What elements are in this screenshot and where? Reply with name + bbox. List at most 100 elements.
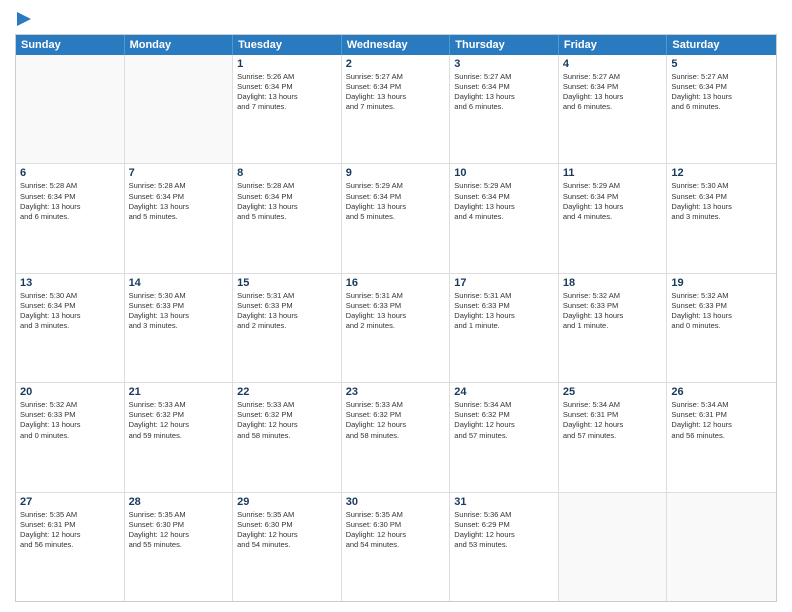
day-info: Sunrise: 5:33 AM Sunset: 6:32 PM Dayligh… [129, 400, 229, 441]
calendar-day-16: 16Sunrise: 5:31 AM Sunset: 6:33 PM Dayli… [342, 274, 451, 382]
weekday-header-tuesday: Tuesday [233, 35, 342, 55]
weekday-header-thursday: Thursday [450, 35, 559, 55]
calendar-header: SundayMondayTuesdayWednesdayThursdayFrid… [16, 35, 776, 55]
calendar-day-empty [125, 55, 234, 163]
day-info: Sunrise: 5:30 AM Sunset: 6:34 PM Dayligh… [20, 291, 120, 332]
calendar-day-18: 18 Sunrise: 5:32 AM Sunset: 6:33 PM Dayli… [559, 274, 668, 382]
day-info: Sunrise: 5:35 AM Sunset: 6:31 PM Dayligh… [20, 510, 120, 551]
day-number: 7 [129, 167, 229, 179]
day-info: Sunrise: 5:33 AM Sunset: 6:32 PM Dayligh… [237, 400, 337, 441]
calendar-day-5: 5 Sunrise: 5:27 AM Sunset: 6:34 PM Daylig… [667, 55, 776, 163]
day-info: Sunrise: 5:30 AM Sunset: 6:34 PM Dayligh… [671, 181, 772, 222]
day-number: 3 [454, 58, 554, 70]
calendar-day-28: 28 Sunrise: 5:35 AM Sunset: 6:30 PM Dayli… [125, 493, 234, 601]
calendar-day-25: 25 Sunrise: 5:34 AM Sunset: 6:31 PM Dayli… [559, 383, 668, 491]
calendar-day-14: 14 Sunrise: 5:30 AM Sunset: 6:33 PM Dayli… [125, 274, 234, 382]
day-info: Sunrise: 5:29 AM Sunset: 6:34 PM Dayligh… [563, 181, 663, 222]
day-number: 20 [20, 386, 120, 398]
day-info: Sunrise: 5:27 AM Sunset: 6:34 PM Dayligh… [563, 72, 663, 113]
day-info: Sunrise: 5:32 AM Sunset: 6:33 PM Dayligh… [563, 291, 663, 332]
calendar-row-1: 1Sunrise: 5:26 AM Sunset: 6:34 PM Daylig… [16, 55, 776, 163]
day-number: 16 [346, 277, 446, 289]
calendar-row-5: 27 Sunrise: 5:35 AM Sunset: 6:31 PM Dayli… [16, 492, 776, 601]
day-number: 18 [563, 277, 663, 289]
weekday-header-friday: Friday [559, 35, 668, 55]
day-number: 22 [237, 386, 337, 398]
day-info: Sunrise: 5:32 AM Sunset: 6:33 PM Dayligh… [671, 291, 772, 332]
day-number: 6 [20, 167, 120, 179]
calendar-day-17: 17 Sunrise: 5:31 AM Sunset: 6:33 PM Dayli… [450, 274, 559, 382]
day-number: 9 [346, 167, 446, 179]
day-info: Sunrise: 5:34 AM Sunset: 6:31 PM Dayligh… [671, 400, 772, 441]
logo-arrow-icon [15, 10, 33, 28]
calendar: SundayMondayTuesdayWednesdayThursdayFrid… [15, 34, 777, 602]
header [15, 10, 777, 28]
day-info: Sunrise: 5:31 AM Sunset: 6:33 PM Dayligh… [454, 291, 554, 332]
calendar-row-3: 13 Sunrise: 5:30 AM Sunset: 6:34 PM Dayli… [16, 273, 776, 382]
day-number: 2 [346, 58, 446, 70]
calendar-day-13: 13 Sunrise: 5:30 AM Sunset: 6:34 PM Dayli… [16, 274, 125, 382]
calendar-day-9: 9 Sunrise: 5:29 AM Sunset: 6:34 PM Daylig… [342, 164, 451, 272]
calendar-day-19: 19 Sunrise: 5:32 AM Sunset: 6:33 PM Dayli… [667, 274, 776, 382]
day-number: 28 [129, 496, 229, 508]
day-info: Sunrise: 5:31 AM Sunset: 6:33 PM Dayligh… [237, 291, 337, 332]
day-number: 24 [454, 386, 554, 398]
day-number: 5 [671, 58, 772, 70]
calendar-row-2: 6 Sunrise: 5:28 AM Sunset: 6:34 PM Daylig… [16, 163, 776, 272]
day-number: 14 [129, 277, 229, 289]
day-info: Sunrise: 5:34 AM Sunset: 6:32 PM Dayligh… [454, 400, 554, 441]
calendar-day-8: 8 Sunrise: 5:28 AM Sunset: 6:34 PM Daylig… [233, 164, 342, 272]
day-number: 8 [237, 167, 337, 179]
day-info: Sunrise: 5:36 AM Sunset: 6:29 PM Dayligh… [454, 510, 554, 551]
day-info: Sunrise: 5:29 AM Sunset: 6:34 PM Dayligh… [454, 181, 554, 222]
calendar-day-empty [16, 55, 125, 163]
weekday-header-saturday: Saturday [667, 35, 776, 55]
calendar-day-1: 1Sunrise: 5:26 AM Sunset: 6:34 PM Daylig… [233, 55, 342, 163]
day-info: Sunrise: 5:35 AM Sunset: 6:30 PM Dayligh… [129, 510, 229, 551]
calendar-row-4: 20Sunrise: 5:32 AM Sunset: 6:33 PM Dayli… [16, 382, 776, 491]
day-number: 27 [20, 496, 120, 508]
day-info: Sunrise: 5:29 AM Sunset: 6:34 PM Dayligh… [346, 181, 446, 222]
calendar-day-empty [559, 493, 668, 601]
day-number: 15 [237, 277, 337, 289]
day-number: 31 [454, 496, 554, 508]
day-info: Sunrise: 5:28 AM Sunset: 6:34 PM Dayligh… [129, 181, 229, 222]
day-number: 11 [563, 167, 663, 179]
calendar-day-4: 4 Sunrise: 5:27 AM Sunset: 6:34 PM Daylig… [559, 55, 668, 163]
day-info: Sunrise: 5:27 AM Sunset: 6:34 PM Dayligh… [671, 72, 772, 113]
day-number: 19 [671, 277, 772, 289]
calendar-body: 1Sunrise: 5:26 AM Sunset: 6:34 PM Daylig… [16, 55, 776, 601]
day-info: Sunrise: 5:28 AM Sunset: 6:34 PM Dayligh… [237, 181, 337, 222]
day-number: 12 [671, 167, 772, 179]
day-number: 25 [563, 386, 663, 398]
weekday-header-wednesday: Wednesday [342, 35, 451, 55]
calendar-day-22: 22 Sunrise: 5:33 AM Sunset: 6:32 PM Dayli… [233, 383, 342, 491]
calendar-day-24: 24 Sunrise: 5:34 AM Sunset: 6:32 PM Dayli… [450, 383, 559, 491]
calendar-day-26: 26 Sunrise: 5:34 AM Sunset: 6:31 PM Dayli… [667, 383, 776, 491]
day-info: Sunrise: 5:30 AM Sunset: 6:33 PM Dayligh… [129, 291, 229, 332]
calendar-day-7: 7 Sunrise: 5:28 AM Sunset: 6:34 PM Daylig… [125, 164, 234, 272]
day-number: 26 [671, 386, 772, 398]
day-number: 13 [20, 277, 120, 289]
calendar-day-3: 3 Sunrise: 5:27 AM Sunset: 6:34 PM Daylig… [450, 55, 559, 163]
calendar-day-10: 10Sunrise: 5:29 AM Sunset: 6:34 PM Dayli… [450, 164, 559, 272]
weekday-header-monday: Monday [125, 35, 234, 55]
day-info: Sunrise: 5:33 AM Sunset: 6:32 PM Dayligh… [346, 400, 446, 441]
day-info: Sunrise: 5:27 AM Sunset: 6:34 PM Dayligh… [454, 72, 554, 113]
day-info: Sunrise: 5:34 AM Sunset: 6:31 PM Dayligh… [563, 400, 663, 441]
page: SundayMondayTuesdayWednesdayThursdayFrid… [0, 0, 792, 612]
calendar-day-21: 21 Sunrise: 5:33 AM Sunset: 6:32 PM Dayli… [125, 383, 234, 491]
calendar-day-23: 23Sunrise: 5:33 AM Sunset: 6:32 PM Dayli… [342, 383, 451, 491]
calendar-day-empty [667, 493, 776, 601]
day-info: Sunrise: 5:35 AM Sunset: 6:30 PM Dayligh… [237, 510, 337, 551]
day-info: Sunrise: 5:35 AM Sunset: 6:30 PM Dayligh… [346, 510, 446, 551]
weekday-header-sunday: Sunday [16, 35, 125, 55]
day-number: 30 [346, 496, 446, 508]
day-info: Sunrise: 5:26 AM Sunset: 6:34 PM Dayligh… [237, 72, 337, 113]
day-number: 21 [129, 386, 229, 398]
day-number: 29 [237, 496, 337, 508]
day-number: 17 [454, 277, 554, 289]
calendar-day-2: 2Sunrise: 5:27 AM Sunset: 6:34 PM Daylig… [342, 55, 451, 163]
calendar-day-31: 31 Sunrise: 5:36 AM Sunset: 6:29 PM Dayli… [450, 493, 559, 601]
day-number: 4 [563, 58, 663, 70]
